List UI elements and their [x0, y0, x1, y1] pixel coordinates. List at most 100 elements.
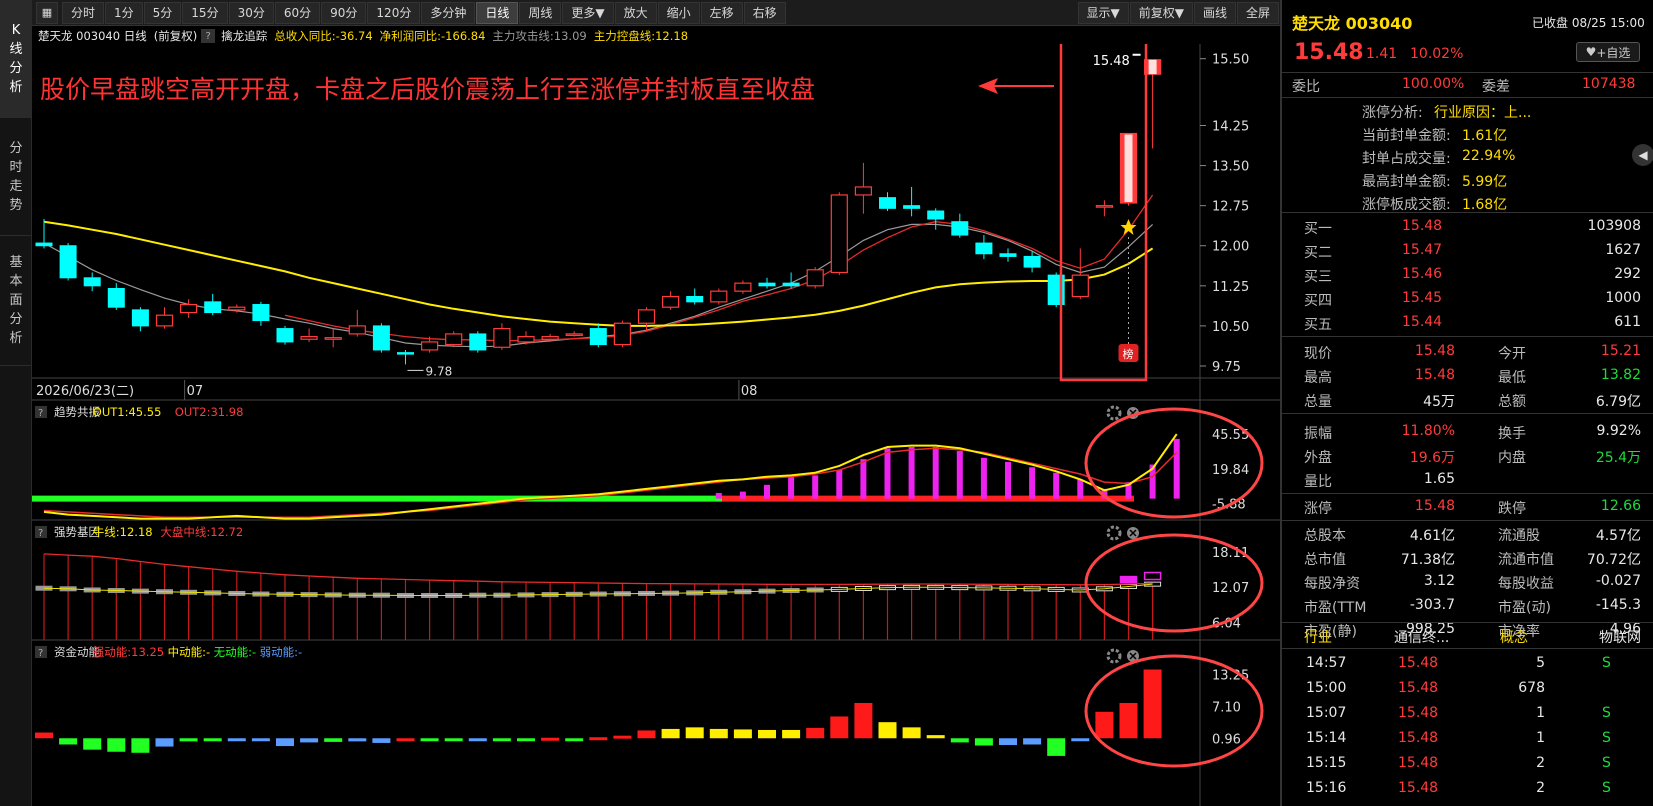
tick-vol-2: 1 [1536, 705, 1545, 721]
period-button-8[interactable]: 多分钟 [421, 1, 476, 24]
stat-value-4b: 25.4万 [1595, 450, 1641, 466]
tab-fundamental-analysis[interactable]: 基本面分析 [0, 236, 32, 366]
toolbar-right-button-2[interactable]: 画线 [1193, 1, 1236, 24]
gear-icon[interactable] [1106, 525, 1122, 541]
money-bar-4 [131, 738, 150, 753]
trend-bar-40 [1005, 461, 1011, 499]
y-tick-label-0: 15.50 [1212, 53, 1249, 68]
bid-label-0: 买一 [1304, 221, 1332, 237]
y-tick-label-6: 10.50 [1212, 320, 1249, 335]
trend-bar-28 [715, 492, 722, 499]
money-bar-43 [1071, 738, 1090, 742]
bid-vol-0: 103908 [1587, 218, 1641, 234]
tick-price-5: 15.48 [1398, 780, 1439, 796]
candle-45 [1119, 132, 1138, 206]
trend-bar-37 [932, 446, 939, 499]
bid-vol-3: 1000 [1605, 290, 1641, 306]
trend-bar-33 [836, 469, 843, 499]
candle-body [589, 328, 607, 346]
indicator-name: 擒龙追踪 [221, 29, 268, 43]
candle-body [830, 194, 848, 274]
bid-label-2: 买三 [1304, 269, 1332, 285]
bid-vol-2: 292 [1614, 266, 1641, 282]
stat-row-0: 现价 15.48 今开 15.21 [1282, 340, 1653, 364]
candle-body [252, 304, 270, 322]
bid-label-3: 买四 [1304, 293, 1332, 309]
candle-body [372, 325, 390, 351]
toolbar-right-button-3[interactable]: 全屏 [1236, 1, 1279, 24]
stat-row-1: 最高 15.48 最低 13.82 [1282, 364, 1653, 388]
action-button-2[interactable]: 左移 [700, 1, 743, 24]
stat-row-8: 总市值 71.38亿 流通市值 70.72亿 [1282, 546, 1653, 570]
stat-label-1b: 最低 [1498, 370, 1526, 386]
money-bar-29 [733, 729, 752, 739]
help-icon[interactable]: ? [201, 29, 216, 43]
stat-label-10b: 市盈(动) [1498, 600, 1551, 616]
money-bar-38 [950, 738, 969, 743]
period-buttons: 分时 1分 5分 15分 30分 60分 90分 120分 多分钟 日线 周线 更多▼ [62, 1, 615, 24]
limit-info-label-3: 最高封单金额: [1362, 174, 1451, 190]
gene-panel-header: ? 强势基因牛线:12.18 大盘中线:12.72 [35, 525, 243, 539]
trend-bar-36 [908, 446, 915, 499]
bid-price-4: 15.44 [1402, 314, 1443, 330]
stat-sep-5 [1282, 493, 1653, 494]
collapse-chevron-icon[interactable]: ◀ [1632, 144, 1653, 166]
tab-intraday-trend[interactable]: 分时走势 [0, 118, 32, 236]
candle-body [324, 337, 342, 340]
toolbar-right-button-1[interactable]: 前复权▼ [1129, 1, 1193, 24]
period-button-2[interactable]: 5分 [143, 1, 182, 24]
toolbar-right-button-0[interactable]: 显示▼ [1077, 1, 1129, 24]
stat-label-0b: 今开 [1498, 346, 1526, 362]
stat-label-3b: 换手 [1498, 426, 1526, 442]
limit-info-label-2: 封单占成交量: [1362, 151, 1451, 167]
stat-label-10a: 市盈(TTM [1304, 600, 1367, 616]
candle-15 [397, 349, 414, 365]
period-button-6[interactable]: 90分 [321, 1, 367, 24]
period-button-0[interactable]: 分时 [62, 1, 105, 24]
period-button-9[interactable]: 日线 [476, 1, 519, 24]
left-vertical-tabs: K线分析 分时走势 基本面分析 [0, 0, 32, 806]
gear-icon[interactable] [1106, 648, 1122, 664]
layout-grid-icon[interactable]: ▦ [36, 1, 58, 24]
bid-label-1: 买二 [1304, 245, 1332, 261]
money-bar-26 [661, 728, 680, 739]
tab-kline-analysis[interactable]: K线分析 [0, 0, 32, 118]
period-button-5[interactable]: 60分 [274, 1, 321, 24]
candle-11 [300, 328, 318, 342]
period-button-10[interactable]: 周线 [519, 1, 562, 24]
trend-out1-label: OUT1:45.55 [93, 405, 162, 419]
action-button-1[interactable]: 缩小 [657, 1, 700, 24]
candle-5 [155, 307, 174, 329]
sep-6 [1282, 648, 1653, 649]
tick-side-4: S [1602, 755, 1611, 771]
candle-body [445, 333, 463, 346]
money-bar-24 [613, 735, 632, 739]
candle-body [951, 221, 969, 236]
stat-row-7: 总股本 4.61亿 流通股 4.57亿 [1282, 522, 1653, 546]
candle-body [686, 296, 704, 303]
candle-body [758, 282, 776, 287]
candle-body [541, 335, 559, 340]
period-button-4[interactable]: 30分 [228, 1, 274, 24]
stat-value-7b: 4.57亿 [1595, 528, 1641, 544]
stat-value-6a: 15.48 [1414, 498, 1455, 514]
bid-row-4: 买五 15.44 611 [1282, 311, 1653, 335]
action-button-0[interactable]: 放大 [614, 1, 657, 24]
candle-body [204, 301, 222, 314]
gear-icon[interactable] [1106, 405, 1122, 421]
add-watchlist-button[interactable]: ♥ +自选 [1576, 42, 1640, 62]
stat-sep-2 [1282, 413, 1653, 414]
y-tick-label-3: 12.75 [1212, 200, 1249, 215]
kline-chart-area[interactable]: 15.50 14.25 13.50 12.75 12.00 11.25 10.50 9.75 9… [32, 44, 1280, 806]
period-button-7[interactable]: 120分 [367, 1, 421, 24]
tick-row-5: 15:16 15.48 2 S [1282, 777, 1653, 801]
action-button-3[interactable]: 右移 [743, 1, 786, 24]
period-button-3[interactable]: 15分 [182, 1, 228, 24]
candle-highlight [1148, 59, 1157, 75]
candle-body [565, 333, 583, 337]
money-bar-34 [854, 702, 873, 739]
period-button-11[interactable]: 更多▼ [562, 1, 614, 24]
limit-info-label-1: 当前封单金额: [1362, 128, 1451, 144]
bid-price-0: 15.48 [1402, 218, 1443, 234]
period-button-1[interactable]: 1分 [105, 1, 143, 24]
